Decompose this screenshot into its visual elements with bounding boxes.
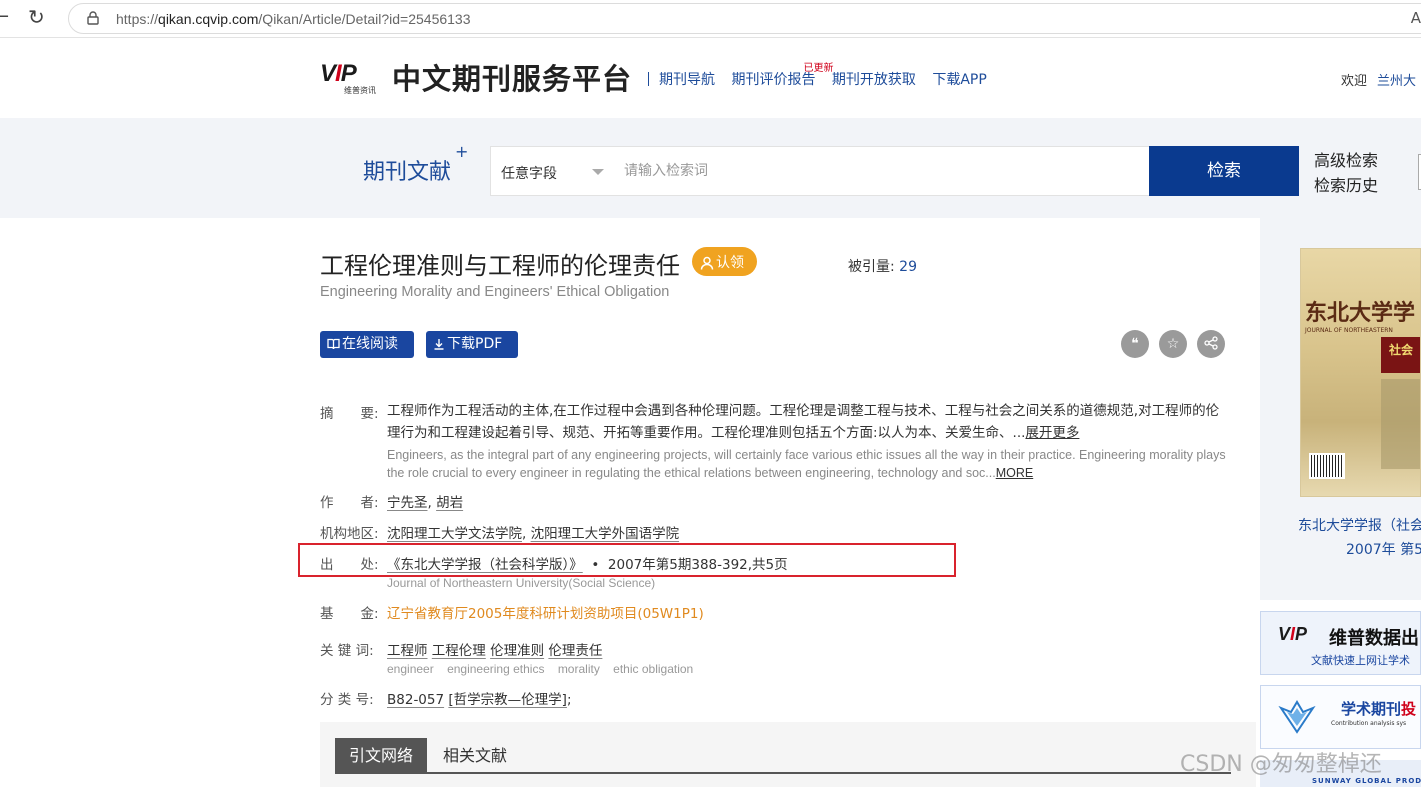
star-icon[interactable]: ☆	[1159, 330, 1187, 358]
chevron-down-icon	[592, 169, 604, 175]
source-row: 出 处: 《东北大学学报（社会科学版）》 • 2007年第5期388-392,共…	[320, 557, 788, 573]
keyword-link[interactable]: 伦理责任	[548, 643, 602, 659]
search-button[interactable]: 检索	[1149, 146, 1299, 196]
author-link[interactable]: 宁先圣	[387, 495, 428, 511]
nav-download-app[interactable]: 下载APP	[932, 72, 986, 88]
keyword-en[interactable]: ethic obligation	[613, 662, 693, 676]
site-header: VIP 维普资讯 中文期刊服务平台 期刊导航 期刊评价报告 已更新 期刊开放获取 …	[0, 38, 1421, 118]
keyword-link[interactable]: 工程伦理	[432, 643, 486, 659]
org-row: 机构地区: 沈阳理工大学文法学院, 沈阳理工大学外国语学院	[320, 526, 680, 542]
cover-en: JOURNAL OF NORTHEASTERN	[1305, 327, 1393, 334]
tab-underline	[335, 772, 1231, 774]
source-issue: 2007年第5期388-392,共5页	[607, 557, 788, 573]
welcome-text: 欢迎 兰州大	[1341, 74, 1417, 89]
journal-submission-ad[interactable]: 学术期刊投 Contribution analysis sys	[1260, 685, 1421, 749]
nav-journal-guide[interactable]: 期刊导航	[659, 72, 715, 88]
class-name-link[interactable]: [哲学宗教—伦理学]	[448, 692, 567, 708]
ad1-title: 维普数据出	[1329, 628, 1419, 649]
classification-row: 分 类 号: B82-057 [哲学宗教—伦理学];	[320, 692, 572, 708]
updated-badge: 已更新	[803, 63, 834, 74]
source-en: Journal of Northeastern University(Socia…	[387, 576, 656, 590]
class-code-link[interactable]: B82-057	[387, 692, 444, 708]
keywords-row: 关 键 词: 工程师 工程伦理 伦理准则 伦理责任	[320, 643, 603, 659]
tab-citation-network[interactable]: 引文网络	[335, 738, 428, 773]
url-text: https://qikan.cqvip.com/Qikan/Article/De…	[116, 11, 471, 27]
nav-evaluation-report[interactable]: 期刊评价报告 已更新	[731, 63, 833, 88]
abstract-zh: 工程师作为工程活动的主体,在工作过程中会遇到各种伦理问题。工程伦理是调整工程与技…	[387, 403, 1220, 441]
person-icon	[700, 256, 714, 270]
cited-count: 被引量: 29	[848, 259, 917, 275]
vip-data-ad[interactable]: VIP 维普数据出 文献快速上网让学术	[1260, 611, 1421, 675]
expand-more-link[interactable]: 展开更多	[1025, 425, 1079, 441]
cover-building	[1381, 379, 1420, 469]
cited-count-link[interactable]: 29	[899, 259, 917, 275]
keyword-en[interactable]: engineer	[387, 662, 434, 676]
cite-icon[interactable]: ❝	[1121, 330, 1149, 358]
journal-cover-image[interactable]: 东北大学学 JOURNAL OF NORTHEASTERN 社会	[1300, 248, 1421, 497]
read-online-button[interactable]: 在线阅读	[320, 331, 414, 358]
user-org-link[interactable]: 兰州大	[1377, 74, 1416, 89]
fund-link[interactable]: 辽宁省教育厅2005年度科研计划资助项目(05W1P1)	[387, 602, 704, 622]
more-link[interactable]: MORE	[996, 466, 1034, 480]
keywords-en: engineer engineering ethics morality eth…	[387, 662, 693, 676]
ad1-subtitle: 文献快速上网让学术	[1311, 654, 1410, 667]
reader-mode-icon[interactable]: A	[1411, 9, 1421, 27]
browser-toolbar: ← ↻ https://qikan.cqvip.com/Qikan/Articl…	[0, 0, 1421, 38]
keyword-link[interactable]: 工程师	[387, 643, 428, 659]
address-bar[interactable]: https://qikan.cqvip.com/Qikan/Article/De…	[68, 3, 1421, 34]
wing-logo-icon	[1278, 700, 1316, 734]
keyword-en[interactable]: morality	[558, 662, 600, 676]
search-section-title: 期刊文献 +	[363, 142, 469, 185]
article-subtitle-en: Engineering Morality and Engineers' Ethi…	[320, 284, 670, 300]
authors-row: 作 者: 宁先圣, 胡岩	[320, 495, 464, 511]
journal-caption[interactable]: 东北大学学报（社会 2007年 第5期	[1298, 514, 1421, 562]
search-history-link[interactable]: 检索历史	[1314, 173, 1378, 198]
org-link[interactable]: 沈阳理工大学外国语学院	[531, 526, 680, 542]
download-pdf-button[interactable]: 下载PDF	[426, 331, 518, 358]
main-nav: 期刊导航 期刊评价报告 已更新 期刊开放获取 下载APP	[648, 63, 999, 89]
search-links: 高级检索 检索历史	[1314, 148, 1378, 198]
author-link[interactable]: 胡岩	[436, 495, 463, 511]
search-field-select[interactable]: 任意字段	[490, 146, 615, 196]
ad3-text: SUNWAY GLOBAL PRODUCTS	[1312, 777, 1421, 785]
keyword-en[interactable]: engineering ethics	[447, 662, 544, 676]
keyword-link[interactable]: 伦理准则	[490, 643, 544, 659]
cover-stripe: 社会	[1381, 337, 1420, 373]
source-journal-link[interactable]: 《东北大学学报（社会科学版）》	[387, 557, 583, 573]
vip-logo-small: VIP	[1278, 624, 1308, 644]
search-input[interactable]	[614, 146, 1150, 196]
back-arrow-icon[interactable]: ←	[0, 6, 9, 27]
share-icon[interactable]	[1197, 330, 1225, 358]
search-band: 期刊文献+ 任意字段 检索 高级检索 检索历史	[0, 118, 1421, 218]
site-title: 中文期刊服务平台	[392, 62, 633, 96]
abstract-row: 摘 要:	[320, 406, 379, 422]
barcode-icon	[1309, 453, 1345, 479]
ad2-subtitle: Contribution analysis sys	[1331, 720, 1407, 727]
download-icon	[434, 339, 444, 350]
nav-open-access[interactable]: 期刊开放获取	[832, 72, 916, 88]
tabs-area: 引文网络 相关文献	[320, 722, 1256, 787]
cover-title: 东北大学学	[1305, 300, 1416, 326]
vip-logo[interactable]: VIP 维普资讯	[320, 60, 384, 95]
lock-icon	[87, 11, 99, 25]
claim-button[interactable]: 认领	[692, 247, 757, 276]
org-link[interactable]: 沈阳理工大学文法学院	[387, 526, 522, 542]
reload-icon[interactable]: ↻	[28, 5, 45, 29]
csdn-watermark: CSDN @匆匆整棹还	[1180, 752, 1382, 777]
ad2-title: 学术期刊投	[1341, 700, 1417, 718]
logo-subtitle: 维普资讯	[344, 86, 376, 95]
advanced-search-link[interactable]: 高级检索	[1314, 148, 1378, 173]
article-title: 工程伦理准则与工程师的伦理责任	[320, 252, 680, 280]
abstract-en: Engineers, as the integral part of any e…	[387, 448, 1226, 480]
tab-related-docs[interactable]: 相关文献	[429, 738, 521, 773]
nav-divider	[648, 72, 649, 86]
fund-row: 基 金: 辽宁省教育厅2005年度科研计划资助项目(05W1P1)	[320, 602, 704, 622]
book-icon	[327, 338, 340, 350]
